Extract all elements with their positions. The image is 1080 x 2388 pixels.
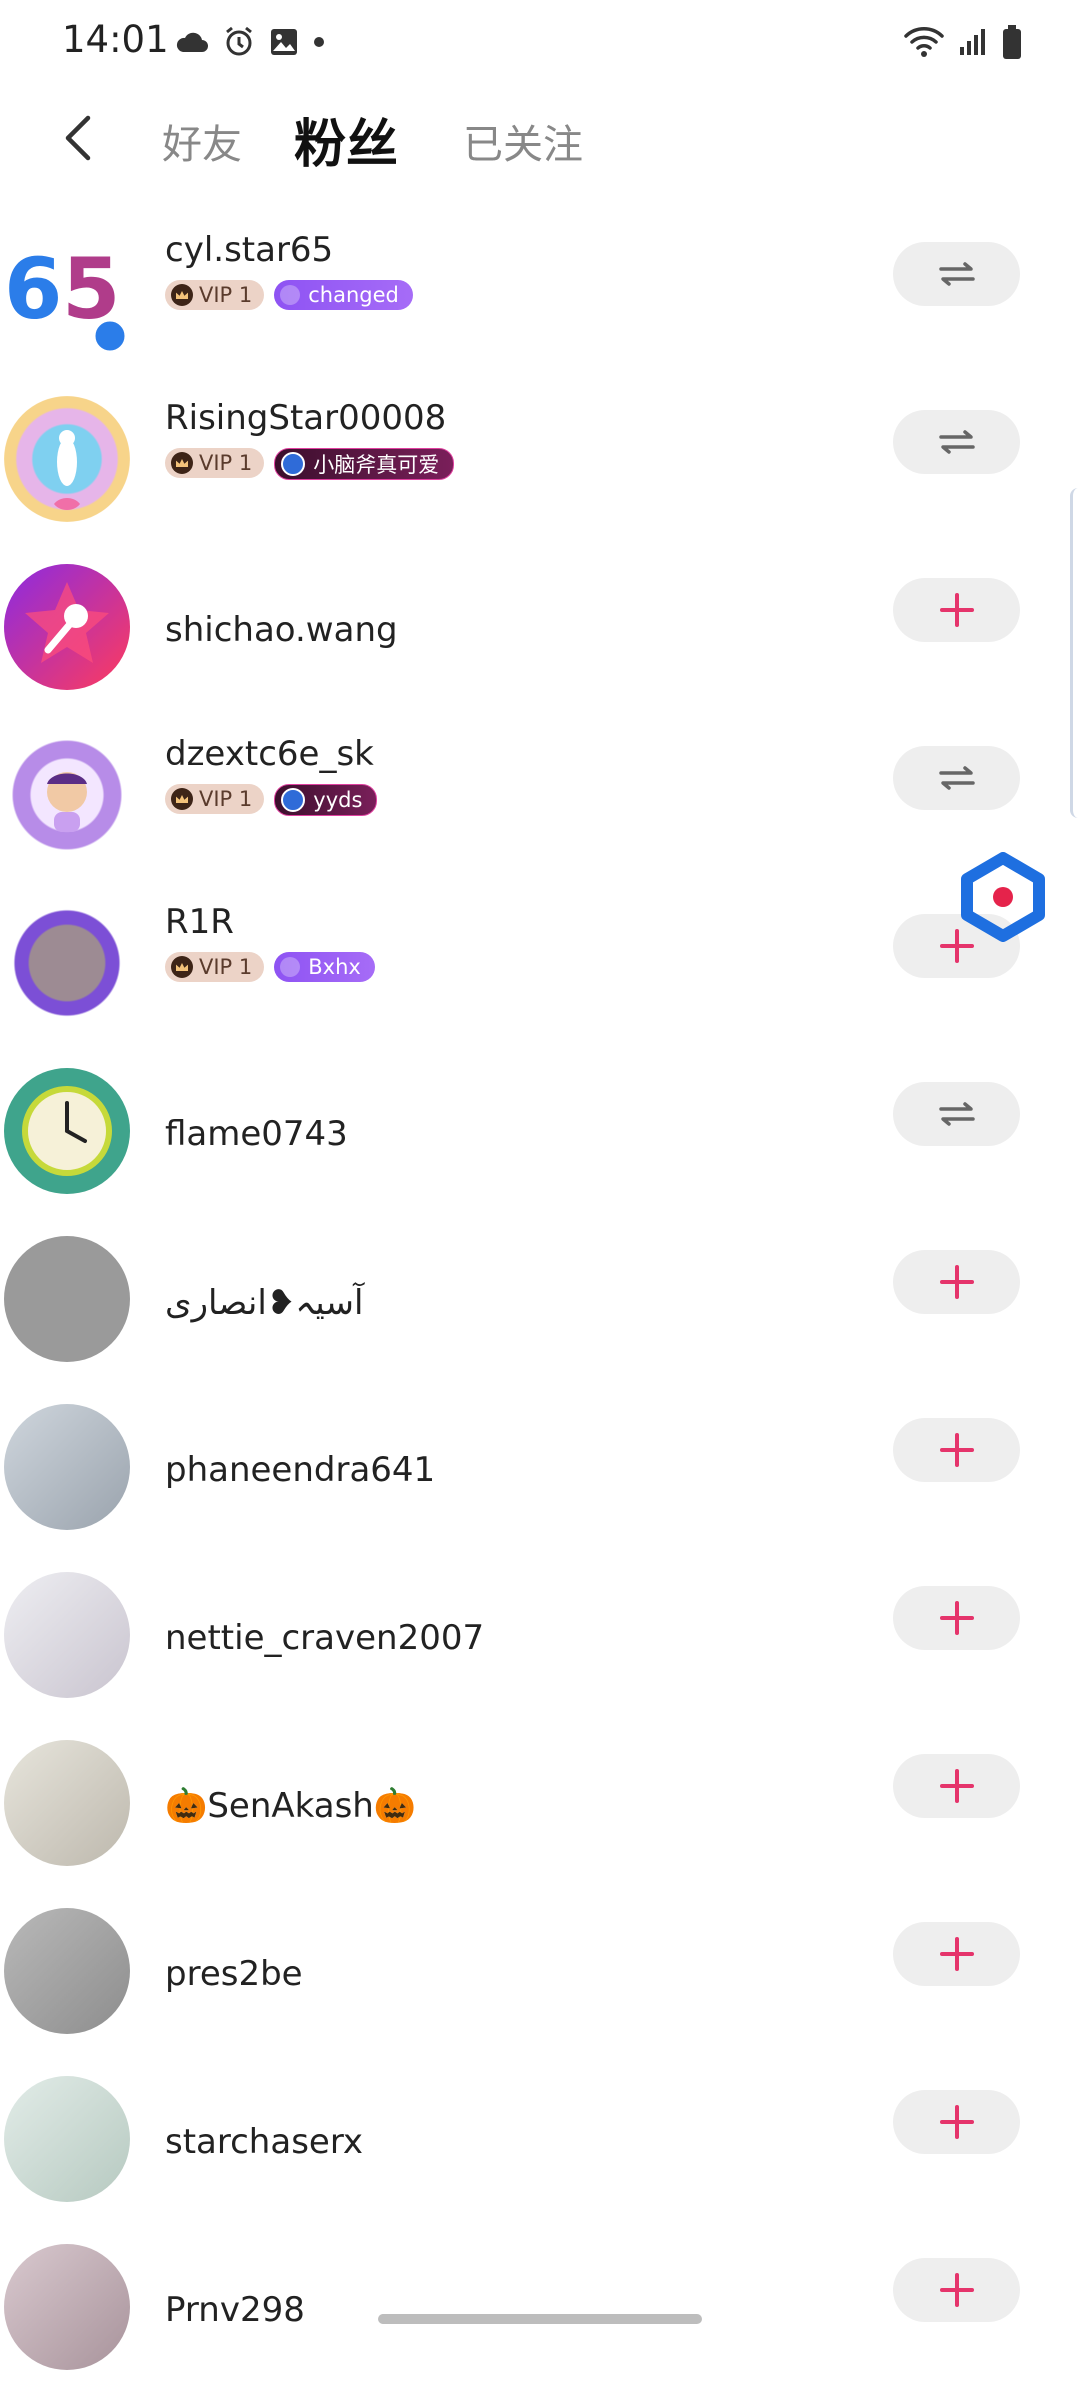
cloud-icon: [176, 32, 208, 52]
vip-badge: VIP 1: [165, 448, 265, 478]
tab-fans[interactable]: 粉丝: [294, 102, 398, 177]
crown-icon: [171, 956, 193, 978]
avatar[interactable]: [4, 900, 130, 1026]
list-item[interactable]: 6 5 cyl.star65 VIP 1 changed: [0, 204, 1080, 372]
avatar[interactable]: 6 5: [4, 228, 130, 354]
follow-button[interactable]: [893, 1250, 1020, 1314]
edge-panel-handle[interactable]: [1070, 488, 1080, 818]
dot-icon: [314, 37, 324, 47]
image-icon: [271, 29, 297, 55]
username: pres2be: [165, 1954, 303, 1994]
mutual-icon: [938, 766, 975, 790]
list-item[interactable]: nettie_craven2007: [0, 1548, 1080, 1716]
list-item[interactable]: starchaserx: [0, 2052, 1080, 2220]
tab-following[interactable]: 已关注: [463, 112, 583, 170]
avatar[interactable]: [4, 1908, 130, 2034]
follow-button[interactable]: [893, 2090, 1020, 2154]
mutual-follow-button[interactable]: [893, 242, 1020, 306]
avatar[interactable]: [4, 396, 130, 522]
alarm-icon: [226, 26, 252, 56]
plus-icon: [939, 1601, 974, 1635]
fan-club-badge: yyds: [274, 784, 378, 816]
list-item[interactable]: آسیہ❥انصاری: [0, 1212, 1080, 1380]
fans-list: 6 5 cyl.star65 VIP 1 changed RisingStar0…: [0, 204, 1080, 2388]
follow-button[interactable]: [893, 1754, 1020, 1818]
mutual-follow-button[interactable]: [893, 1082, 1020, 1146]
group-icon: [280, 957, 301, 977]
avatar[interactable]: [4, 1404, 130, 1530]
username: RisingStar00008: [165, 398, 447, 438]
username: R1R: [165, 902, 234, 942]
signal-icon: [960, 29, 985, 55]
plus-icon: [939, 1265, 974, 1299]
username: آسیہ❥انصاری: [165, 1283, 364, 1323]
avatar[interactable]: [4, 564, 130, 690]
fan-club-badge: 小脑斧真可爱: [274, 448, 455, 480]
mutual-icon: [938, 262, 975, 286]
avatar[interactable]: [4, 1572, 130, 1698]
level-icon: [281, 788, 306, 812]
avatar[interactable]: [4, 2076, 130, 2202]
vip-badge: VIP 1: [165, 784, 265, 814]
list-item[interactable]: RisingStar00008 VIP 1 小脑斧真可爱: [0, 372, 1080, 540]
crown-icon: [171, 452, 193, 474]
group-icon: [280, 285, 301, 305]
list-item[interactable]: shichao.wang: [0, 540, 1080, 708]
crown-icon: [171, 788, 193, 810]
username: starchaserx: [165, 2122, 364, 2162]
fan-club-badge: Bxhx: [274, 952, 375, 982]
plus-icon: [939, 2273, 974, 2307]
crown-icon: [171, 284, 193, 306]
avatar[interactable]: [4, 732, 130, 858]
plus-icon: [939, 593, 974, 627]
level-icon: [281, 452, 306, 476]
username: phaneendra641: [165, 1450, 436, 1490]
floating-assistant-icon[interactable]: [958, 852, 1048, 942]
mutual-follow-button[interactable]: [893, 746, 1020, 810]
username: dzextc6e_sk: [165, 734, 374, 774]
plus-icon: [939, 1433, 974, 1467]
list-item[interactable]: flame0743: [0, 1044, 1080, 1212]
svg-text:6: 6: [4, 240, 62, 338]
mutual-icon: [938, 1102, 975, 1126]
username: nettie_craven2007: [165, 1618, 485, 1658]
plus-icon: [939, 2105, 974, 2139]
plus-icon: [939, 1769, 974, 1803]
vip-badge: VIP 1: [165, 952, 265, 982]
follow-button[interactable]: [893, 1418, 1020, 1482]
plus-icon: [939, 1937, 974, 1971]
list-item[interactable]: Prnv298: [0, 2220, 1080, 2388]
follow-button[interactable]: [893, 2258, 1020, 2322]
follow-button[interactable]: [893, 1586, 1020, 1650]
battery-icon: [1003, 25, 1021, 59]
username: flame0743: [165, 1114, 348, 1154]
tab-friends[interactable]: 好友: [162, 112, 242, 170]
status-time: 14:01: [62, 18, 169, 61]
status-bar: 14:01: [0, 0, 1080, 84]
username: 🎃SenAkash🎃: [165, 1786, 417, 1826]
list-item[interactable]: dzextc6e_sk VIP 1 yyds: [0, 708, 1080, 876]
fan-club-badge: changed: [274, 280, 413, 310]
list-item[interactable]: 🎃SenAkash🎃: [0, 1716, 1080, 1884]
mutual-follow-button[interactable]: [893, 410, 1020, 474]
wifi-icon: [904, 27, 944, 57]
avatar[interactable]: [4, 1740, 130, 1866]
list-item[interactable]: R1R VIP 1 Bxhx: [0, 876, 1080, 1044]
mutual-icon: [938, 430, 975, 454]
vip-badge: VIP 1: [165, 280, 265, 310]
username: cyl.star65: [165, 230, 334, 270]
back-arrow-icon[interactable]: [50, 108, 110, 168]
username: Prnv298: [165, 2290, 305, 2330]
header: 好友 粉丝 已关注: [0, 94, 1080, 184]
avatar[interactable]: [4, 2244, 130, 2370]
home-indicator[interactable]: [378, 2314, 702, 2324]
list-item[interactable]: phaneendra641: [0, 1380, 1080, 1548]
follow-button[interactable]: [893, 1922, 1020, 1986]
avatar[interactable]: [4, 1068, 130, 1194]
avatar[interactable]: [4, 1236, 130, 1362]
username: shichao.wang: [165, 610, 398, 650]
follow-button[interactable]: [893, 578, 1020, 642]
list-item[interactable]: pres2be: [0, 1884, 1080, 2052]
